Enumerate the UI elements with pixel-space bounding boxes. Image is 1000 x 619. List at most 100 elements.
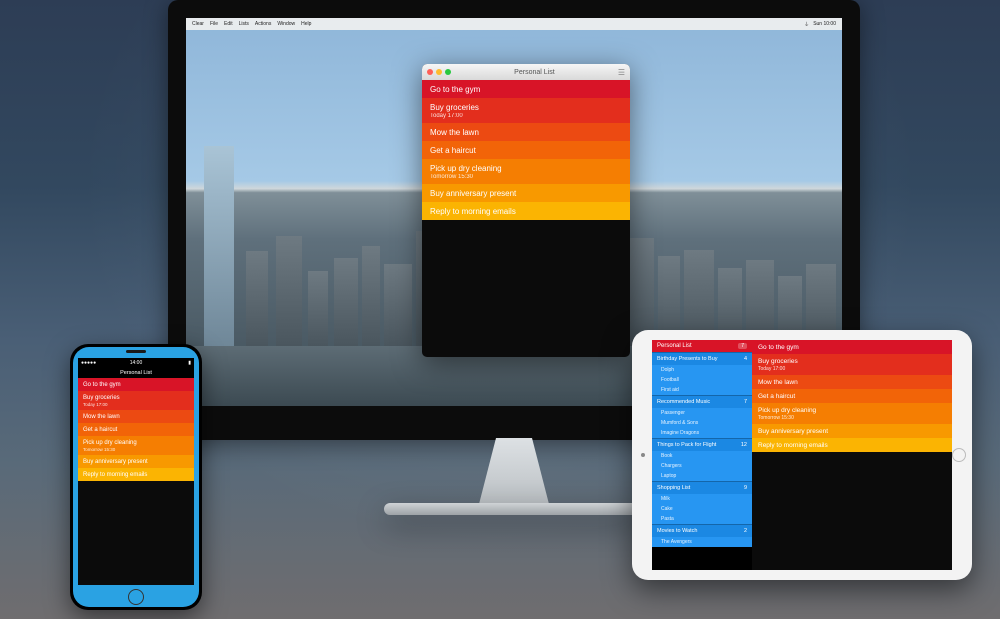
macos-menubar: Clear File Edit Lists Actions Window Hel… bbox=[186, 18, 842, 30]
task-title: Reply to morning emails bbox=[83, 472, 147, 478]
wifi-icon: ⏚ bbox=[804, 21, 809, 28]
task-item[interactable]: Pick up dry cleaningTomorrow 15:30 bbox=[78, 436, 194, 455]
clear-app-window[interactable]: Personal List ☰ Go to the gym Buy groceri… bbox=[422, 64, 630, 357]
task-item[interactable]: Buy anniversary present bbox=[752, 424, 952, 438]
task-item[interactable]: Mow the lawn bbox=[752, 375, 952, 389]
task-item[interactable]: Reply to morning emails bbox=[752, 438, 952, 452]
sidebar-list-item[interactable]: Pasta bbox=[652, 514, 752, 524]
menubar-clock: Sun 10:00 bbox=[813, 21, 836, 28]
minimize-icon[interactable] bbox=[436, 69, 442, 75]
menubar-item[interactable]: Help bbox=[301, 21, 311, 27]
close-icon[interactable] bbox=[427, 69, 433, 75]
task-title: Buy groceries bbox=[430, 103, 479, 112]
task-title: Mow the lawn bbox=[83, 414, 120, 420]
sidebar-count-badge: 7 bbox=[738, 343, 747, 349]
sidebar-list-item[interactable]: The Avengers bbox=[652, 537, 752, 547]
sidebar-list-item[interactable]: Milk bbox=[652, 494, 752, 504]
task-item[interactable]: Go to the gym bbox=[422, 80, 630, 98]
task-title: Buy anniversary present bbox=[430, 189, 516, 198]
sidebar-label: Chargers bbox=[661, 463, 682, 469]
sidebar-label: Things to Pack for Flight bbox=[657, 442, 716, 448]
task-subtitle: Tomorrow 15:30 bbox=[83, 447, 189, 452]
sidebar-list-item[interactable]: Mumford & Sons bbox=[652, 418, 752, 428]
sidebar-label: The Avengers bbox=[661, 539, 692, 545]
task-item[interactable]: Mow the lawn bbox=[422, 123, 630, 141]
sidebar-list-header[interactable]: Things to Pack for Flight12 bbox=[652, 438, 752, 451]
sidebar-list-item[interactable]: Cake bbox=[652, 504, 752, 514]
task-item[interactable]: Buy anniversary present bbox=[422, 184, 630, 202]
window-titlebar[interactable]: Personal List ☰ bbox=[422, 64, 630, 80]
task-item[interactable]: Get a haircut bbox=[422, 141, 630, 159]
task-title: Buy groceries bbox=[83, 395, 120, 401]
sidebar-list-header[interactable]: Recommended Music7 bbox=[652, 395, 752, 408]
sidebar-label: Book bbox=[661, 453, 672, 459]
task-item[interactable]: Go to the gym bbox=[78, 378, 194, 391]
task-item[interactable]: Buy groceriesToday 17:00 bbox=[78, 391, 194, 410]
imac-stand bbox=[454, 438, 574, 508]
menubar-item[interactable]: Lists bbox=[239, 21, 249, 27]
task-item[interactable]: Pick up dry cleaningTomorrow 15:30 bbox=[752, 403, 952, 424]
sidebar-label: First aid bbox=[661, 387, 679, 393]
sidebar-list-header[interactable]: Movies to Watch2 bbox=[652, 524, 752, 537]
sidebar-label: Milk bbox=[661, 496, 670, 502]
imac-foot bbox=[384, 503, 644, 515]
zoom-icon[interactable] bbox=[445, 69, 451, 75]
sidebar-list-item[interactable]: Chargers bbox=[652, 461, 752, 471]
sidebar-list-item[interactable]: First aid bbox=[652, 385, 752, 395]
sidebar-count-badge: 7 bbox=[744, 399, 747, 405]
sidebar-list-item[interactable]: Passenger bbox=[652, 408, 752, 418]
gear-icon[interactable]: ☰ bbox=[618, 68, 625, 77]
task-item[interactable]: Buy groceriesToday 17:00 bbox=[752, 354, 952, 375]
menubar-item[interactable]: Edit bbox=[224, 21, 233, 27]
sidebar-label: Passenger bbox=[661, 410, 685, 416]
task-title: Mow the lawn bbox=[430, 128, 479, 137]
task-title: Reply to morning emails bbox=[430, 207, 516, 216]
sidebar-list-item[interactable]: Imagine Dragons bbox=[652, 428, 752, 438]
status-time: 14:00 bbox=[130, 360, 143, 366]
task-title: Get a haircut bbox=[430, 146, 476, 155]
task-subtitle: Tomorrow 15:30 bbox=[758, 415, 946, 421]
sidebar-list-header[interactable]: Shopping List9 bbox=[652, 481, 752, 494]
sidebar-active-list[interactable]: Personal List7 bbox=[652, 340, 752, 352]
task-title: Get a haircut bbox=[83, 427, 117, 433]
task-title: Go to the gym bbox=[758, 344, 799, 351]
menubar-item[interactable]: File bbox=[210, 21, 218, 27]
menubar-item[interactable]: Window bbox=[277, 21, 295, 27]
task-item[interactable]: Buy anniversary present bbox=[78, 455, 194, 468]
menubar-item[interactable]: Actions bbox=[255, 21, 271, 27]
iphone-home-button[interactable] bbox=[128, 589, 144, 605]
task-item[interactable]: Buy groceriesToday 17:00 bbox=[422, 98, 630, 123]
iphone-speaker bbox=[126, 350, 146, 353]
sidebar-label: Laptop bbox=[661, 473, 676, 479]
task-item[interactable]: Get a haircut bbox=[78, 423, 194, 436]
sidebar-list-item[interactable]: Football bbox=[652, 375, 752, 385]
task-item[interactable]: Pick up dry cleaningTomorrow 15:30 bbox=[422, 159, 630, 184]
menubar-item[interactable]: Clear bbox=[192, 21, 204, 27]
task-title: Pick up dry cleaning bbox=[758, 407, 816, 414]
sidebar-label: Movies to Watch bbox=[657, 528, 697, 534]
task-item[interactable]: Get a haircut bbox=[752, 389, 952, 403]
sidebar-label: Pasta bbox=[661, 516, 674, 522]
task-item[interactable]: Reply to morning emails bbox=[422, 202, 630, 220]
battery-icon: ▮ bbox=[188, 360, 191, 366]
iphone-screen: ●●●●● 14:00 ▮ Personal List Go to the gy… bbox=[78, 358, 194, 585]
sidebar-list-item[interactable]: Dolph bbox=[652, 365, 752, 375]
task-title: Buy anniversary present bbox=[758, 428, 828, 435]
sidebar-label: Football bbox=[661, 377, 679, 383]
task-item[interactable]: Reply to morning emails bbox=[78, 468, 194, 481]
iphone-device: ●●●●● 14:00 ▮ Personal List Go to the gy… bbox=[70, 344, 202, 610]
sidebar-list-header[interactable]: Birthday Presents to Buy4 bbox=[652, 352, 752, 365]
ipad-main-list[interactable]: Go to the gym Buy groceriesToday 17:00Mow… bbox=[752, 340, 952, 570]
sidebar-list-item[interactable]: Book bbox=[652, 451, 752, 461]
task-subtitle: Today 17:00 bbox=[758, 366, 946, 372]
ipad-sidebar[interactable]: Personal List7Birthday Presents to Buy4D… bbox=[652, 340, 752, 570]
sidebar-label: Shopping List bbox=[657, 485, 690, 491]
task-item[interactable]: Go to the gym bbox=[752, 340, 952, 354]
window-title: Personal List bbox=[454, 69, 615, 76]
sidebar-list-item[interactable]: Laptop bbox=[652, 471, 752, 481]
task-title: Go to the gym bbox=[430, 85, 480, 94]
ipad-home-button[interactable] bbox=[952, 448, 966, 462]
signal-icon: ●●●●● bbox=[81, 360, 96, 366]
sidebar-label: Cake bbox=[661, 506, 673, 512]
task-item[interactable]: Mow the lawn bbox=[78, 410, 194, 423]
